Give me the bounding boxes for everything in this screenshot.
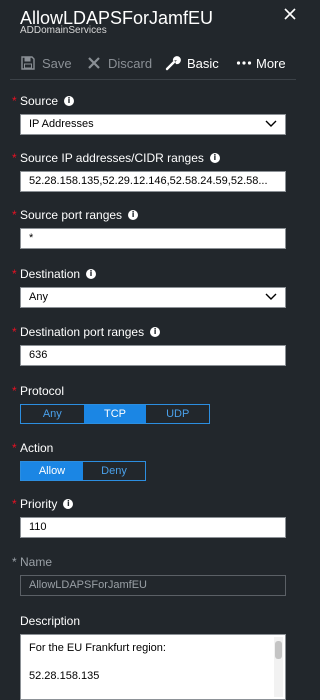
destination-field: * Destination i Any [12, 267, 286, 308]
more-label: More [256, 55, 286, 71]
description-line: For the EU Frankfurt region: [29, 642, 166, 654]
action-field: * Action Allow Deny [12, 441, 286, 481]
description-line: 52.28.158.135 [29, 670, 100, 682]
info-icon[interactable]: i [64, 96, 75, 106]
destination-label: Destination [20, 267, 81, 281]
action-option-allow[interactable]: Allow [21, 462, 83, 480]
description-textarea[interactable]: For the EU Frankfurt region: 52.28.158.1… [20, 634, 286, 700]
action-toggle: Allow Deny [20, 461, 146, 481]
name-label: Name [20, 555, 53, 569]
toolbar-divider [10, 79, 296, 80]
source-port-input[interactable]: * [20, 228, 286, 249]
ellipsis-icon [236, 61, 252, 65]
dest-port-field: * Destination port ranges i 636 [12, 325, 286, 366]
textarea-scrollbar[interactable] [274, 637, 283, 697]
source-select[interactable]: IP Addresses [20, 114, 286, 135]
discard-button[interactable]: Discard [86, 54, 152, 72]
action-label: Action [20, 441, 54, 455]
required-marker: * [12, 384, 17, 398]
basic-button[interactable]: Basic [165, 54, 219, 72]
command-bar: Save Discard Basic More [0, 50, 306, 76]
discard-label: Discard [108, 55, 153, 71]
info-icon[interactable]: i [86, 269, 97, 279]
required-marker: * [12, 151, 17, 165]
priority-input[interactable]: 110 [20, 517, 286, 538]
priority-label: Priority [20, 497, 58, 511]
protocol-option-any[interactable]: Any [21, 405, 84, 423]
close-icon[interactable] [282, 6, 298, 22]
wrench-icon [165, 56, 181, 71]
required-marker: * [12, 94, 17, 108]
dest-port-label-row: * Destination port ranges i [12, 325, 286, 339]
source-label-row: * Source i [12, 94, 286, 108]
more-button[interactable]: More [236, 54, 286, 72]
description-field: Description For the EU Frankfurt region:… [20, 614, 286, 700]
chevron-down-icon [265, 120, 277, 127]
source-port-label: Source port ranges [20, 208, 123, 222]
chevron-down-icon [265, 293, 277, 300]
scrollbar-thumb[interactable] [275, 641, 282, 659]
info-icon[interactable]: i [63, 499, 74, 509]
protocol-option-tcp[interactable]: TCP [83, 405, 147, 423]
source-label: Source [20, 94, 59, 108]
info-icon[interactable]: i [150, 327, 161, 337]
source-field: * Source i IP Addresses [12, 94, 286, 135]
description-blank-line [29, 655, 261, 669]
info-icon[interactable]: i [128, 210, 139, 220]
priority-label-row: * Priority i [12, 497, 286, 511]
description-label: Description [20, 614, 81, 628]
save-icon [21, 56, 35, 70]
source-port-field: * Source port ranges i * [12, 208, 286, 249]
discard-icon [88, 57, 100, 69]
page-subtitle: ADDomainServices [20, 25, 107, 36]
destination-select[interactable]: Any [20, 287, 286, 308]
protocol-label: Protocol [20, 384, 65, 398]
name-input: AllowLDAPSForJamfEU [20, 575, 286, 596]
source-ip-label-row: * Source IP addresses/CIDR ranges i [12, 151, 286, 165]
destination-label-row: * Destination i [12, 267, 286, 281]
protocol-toggle: Any TCP UDP [20, 404, 210, 424]
protocol-field: * Protocol Any TCP UDP [12, 384, 286, 424]
source-ip-label: Source IP addresses/CIDR ranges [20, 151, 204, 165]
name-label-row: * Name [12, 555, 286, 569]
source-port-label-row: * Source port ranges i [12, 208, 286, 222]
protocol-option-udp[interactable]: UDP [146, 405, 209, 423]
protocol-label-row: * Protocol [12, 384, 286, 398]
required-marker: * [12, 325, 17, 339]
priority-field: * Priority i 110 [12, 497, 286, 538]
action-option-deny[interactable]: Deny [83, 462, 145, 480]
info-icon[interactable]: i [209, 153, 220, 163]
save-label: Save [42, 55, 72, 71]
name-field: * Name AllowLDAPSForJamfEU [12, 555, 286, 596]
required-marker: * [12, 555, 17, 569]
source-ip-input[interactable]: 52.28.158.135,52.29.12.146,52.58.24.59,5… [20, 171, 286, 192]
dest-port-input[interactable]: 636 [20, 345, 286, 366]
required-marker: * [12, 267, 17, 281]
description-label-row: Description [20, 614, 286, 628]
dest-port-label: Destination port ranges [20, 325, 145, 339]
basic-label: Basic [187, 55, 219, 71]
save-button[interactable]: Save [20, 54, 72, 72]
blade-header: AllowLDAPSForJamfEU ADDomainServices [0, 0, 306, 42]
required-marker: * [12, 208, 17, 222]
action-label-row: * Action [12, 441, 286, 455]
required-marker: * [12, 497, 17, 511]
required-marker: * [12, 441, 17, 455]
destination-value: Any [29, 291, 48, 303]
source-value: IP Addresses [29, 118, 94, 130]
source-ip-field: * Source IP addresses/CIDR ranges i 52.2… [12, 151, 286, 192]
